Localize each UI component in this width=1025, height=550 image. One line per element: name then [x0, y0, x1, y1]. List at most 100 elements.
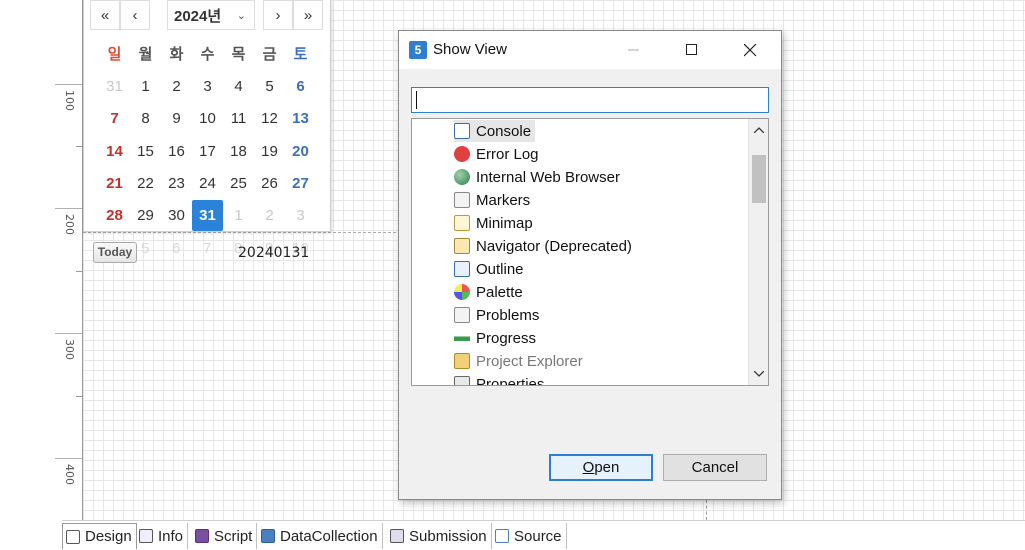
date-field-value[interactable]: 20240131: [238, 245, 309, 261]
calendar-day[interactable]: 28: [99, 200, 130, 231]
scroll-up-button[interactable]: [749, 119, 768, 141]
chevron-down-icon: [754, 371, 764, 377]
minimize-button[interactable]: [605, 31, 663, 69]
weekday-mon: 월: [138, 46, 153, 63]
calendar-day[interactable]: 5: [254, 71, 285, 102]
scroll-down-button[interactable]: [749, 363, 768, 385]
calendar-day[interactable]: 3: [285, 200, 316, 231]
view-item-navigator[interactable]: Navigator (Deprecated): [454, 235, 632, 257]
calendar-day[interactable]: 14: [99, 136, 130, 167]
view-item-label: Properties: [476, 375, 545, 386]
calendar-day[interactable]: 11: [223, 103, 254, 134]
hidden-day: 6: [172, 240, 181, 257]
tab-script[interactable]: Script: [192, 523, 258, 549]
calendar-day[interactable]: 26: [254, 168, 285, 199]
calendar-day-selected[interactable]: 31: [192, 200, 223, 231]
view-item-label: Navigator (Deprecated): [476, 237, 632, 255]
calendar-day[interactable]: 1: [223, 200, 254, 231]
scroll-thumb[interactable]: [752, 155, 766, 203]
view-item-palette[interactable]: Palette: [454, 281, 523, 303]
filter-input[interactable]: [411, 87, 769, 113]
view-item-label: Palette: [476, 283, 523, 301]
tab-info[interactable]: Info: [136, 523, 189, 549]
calendar-day[interactable]: 1: [130, 71, 161, 102]
tab-label: Design: [85, 528, 132, 545]
view-item-label: Minimap: [476, 214, 533, 232]
calendar-day[interactable]: 4: [223, 71, 254, 102]
view-item-properties[interactable]: Properties: [454, 373, 545, 386]
calendar-day[interactable]: 23: [161, 168, 192, 199]
view-item-internal-web-browser[interactable]: Internal Web Browser: [454, 166, 620, 188]
navigator-icon: [454, 238, 470, 254]
calendar-day[interactable]: 7: [99, 103, 130, 134]
calendar-day[interactable]: 2: [161, 71, 192, 102]
cancel-button[interactable]: Cancel: [663, 454, 767, 481]
calendar-day[interactable]: 19: [254, 136, 285, 167]
calendar-day[interactable]: 20: [285, 136, 316, 167]
next-year-button[interactable]: »: [293, 0, 323, 30]
calendar-day[interactable]: 25: [223, 168, 254, 199]
prev-year-button[interactable]: «: [90, 0, 120, 30]
calendar-day[interactable]: 9: [161, 103, 192, 134]
double-chevron-right-icon: »: [303, 6, 313, 24]
calendar-day[interactable]: 13: [285, 103, 316, 134]
maximize-button[interactable]: [663, 31, 721, 69]
ruler-tick: [55, 208, 82, 209]
weekday-fri: 금: [262, 46, 277, 63]
calendar-day[interactable]: 15: [130, 136, 161, 167]
view-item-error-log[interactable]: Error Log: [454, 143, 539, 165]
calendar-day[interactable]: 22: [130, 168, 161, 199]
close-icon: [743, 43, 756, 56]
tab-submission[interactable]: Submission: [387, 523, 492, 549]
progress-icon: [454, 330, 470, 346]
app-icon: 5: [409, 41, 427, 59]
calendar-day[interactable]: 18: [223, 136, 254, 167]
calendar-day[interactable]: 3: [192, 71, 223, 102]
calendar-day[interactable]: 17: [192, 136, 223, 167]
ruler-tick: [76, 271, 82, 272]
next-month-button[interactable]: ›: [263, 0, 293, 30]
calendar-day[interactable]: 24: [192, 168, 223, 199]
maximize-icon: [686, 44, 697, 55]
view-item-outline[interactable]: Outline: [454, 258, 524, 280]
list-scrollbar[interactable]: [748, 119, 768, 385]
calendar-day[interactable]: 12: [254, 103, 285, 134]
calendar-day[interactable]: 29: [130, 200, 161, 231]
year-select[interactable]: 2024년 ⌄: [167, 0, 255, 30]
calendar-day[interactable]: 6: [285, 71, 316, 102]
submission-icon: [390, 529, 404, 543]
weekday-thu: 목: [231, 46, 246, 63]
calendar-day[interactable]: 31: [99, 71, 130, 102]
tab-label: Source: [514, 527, 562, 545]
dialog-titlebar[interactable]: 5 Show View: [399, 31, 781, 69]
calendar-day[interactable]: 2: [254, 200, 285, 231]
open-label-rest: pen: [594, 459, 620, 476]
close-button[interactable]: [721, 31, 779, 69]
folder-icon: [454, 353, 470, 369]
today-button[interactable]: Today: [93, 242, 137, 263]
view-item-minimap[interactable]: Minimap: [454, 212, 533, 234]
prev-month-button[interactable]: ‹: [120, 0, 150, 30]
tab-design[interactable]: Design: [62, 523, 137, 549]
calendar-day[interactable]: 21: [99, 168, 130, 199]
view-item-markers[interactable]: Markers: [454, 189, 530, 211]
tab-datacollection[interactable]: DataCollection: [258, 523, 383, 549]
markers-icon: [454, 192, 470, 208]
view-item-label: Markers: [476, 191, 531, 209]
design-icon: [66, 529, 80, 544]
calendar-day[interactable]: 8: [130, 103, 161, 134]
view-item-progress[interactable]: Progress: [454, 327, 536, 349]
outline-icon: [454, 261, 470, 277]
calendar-day[interactable]: 16: [161, 136, 192, 167]
view-item-console[interactable]: Console: [454, 120, 536, 142]
calendar-day[interactable]: 27: [285, 168, 316, 199]
view-item-problems[interactable]: Problems: [454, 304, 539, 326]
calendar-popup: « ‹ 2024년 ⌄ › » 일 월 화 수 목 금 토 31 1 2 3 4…: [83, 0, 331, 232]
tab-source[interactable]: Source: [492, 523, 567, 549]
console-icon: [454, 123, 470, 139]
view-list[interactable]: Console Error Log Internal Web Browser M…: [411, 118, 769, 386]
calendar-day[interactable]: 30: [161, 200, 192, 231]
calendar-day[interactable]: 10: [192, 103, 223, 134]
view-item-project-explorer[interactable]: Project Explorer: [454, 350, 583, 372]
open-button[interactable]: Open: [549, 454, 653, 481]
